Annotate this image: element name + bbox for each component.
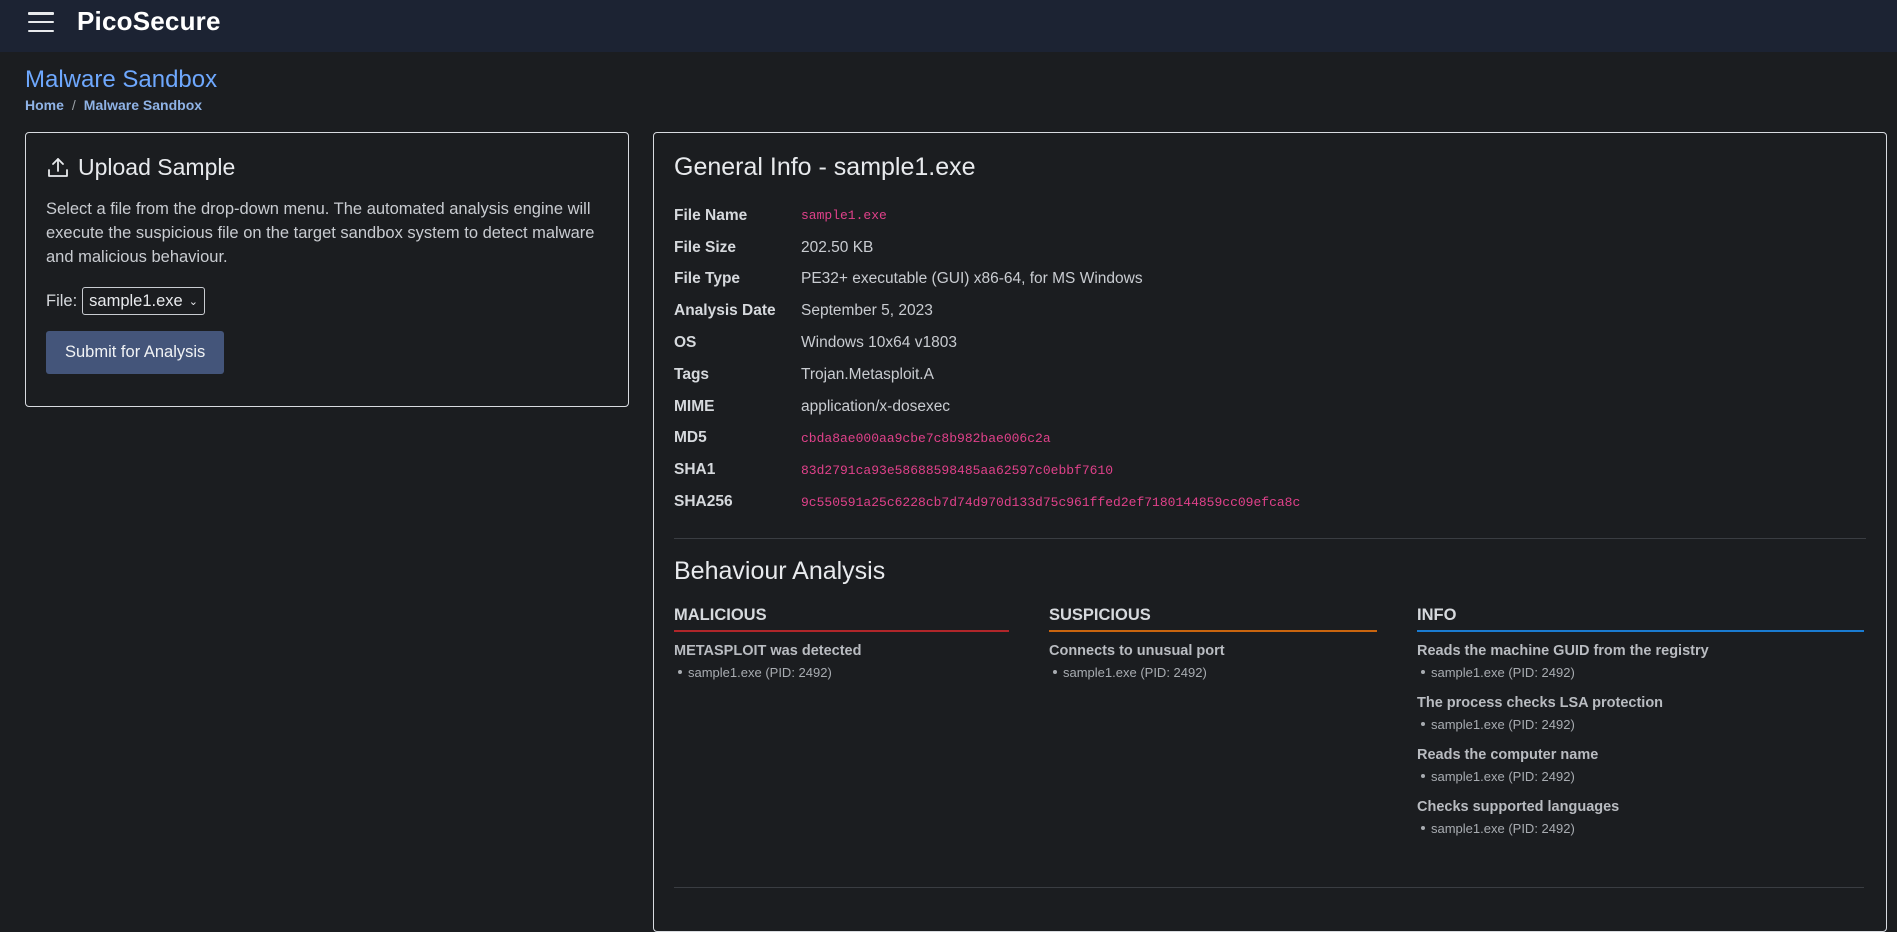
file-label: File: [46, 291, 78, 310]
info-key: Analysis Date [674, 302, 776, 320]
chevron-down-icon: ⌄ [188, 295, 198, 308]
brand-logo[interactable]: PicoSecure [77, 6, 221, 37]
section-divider [674, 537, 1866, 539]
behaviour-item: Connects to unusual port sample1.exe (PI… [1049, 643, 1377, 680]
info-value: Windows 10x64 v1803 [801, 334, 957, 352]
info-key: MIME [674, 397, 715, 415]
info-row-analysis-date: Analysis Date September 5, 2023 [674, 295, 1866, 327]
top-navbar: PicoSecure [0, 0, 1897, 52]
behaviour-columns: MALICIOUS METASPLOIT was detected sample… [674, 606, 1866, 866]
info-value: September 5, 2023 [801, 302, 933, 320]
behaviour-analysis-title: Behaviour Analysis [674, 556, 886, 585]
process-label: sample1.exe (PID: 2492) [1063, 664, 1207, 680]
info-row-file-type: File Type PE32+ executable (GUI) x86-64,… [674, 264, 1866, 296]
behaviour-item-process: sample1.exe (PID: 2492) [1417, 769, 1864, 784]
malicious-heading: MALICIOUS [674, 606, 1009, 632]
behaviour-item-title: The process checks LSA protection [1417, 694, 1664, 711]
info-key: Tags [674, 365, 710, 383]
general-info-table: File Name sample1.exe File Size 202.50 K… [674, 200, 1866, 518]
upload-sample-header: Upload Sample [46, 154, 608, 181]
bullet-icon [1421, 670, 1425, 675]
info-row-tags: Tags Trojan.Metasploit.A [674, 359, 1866, 391]
info-value: PE32+ executable (GUI) x86-64, for MS Wi… [801, 270, 1143, 288]
behaviour-item-process: sample1.exe (PID: 2492) [1417, 821, 1864, 836]
process-label: sample1.exe (PID: 2492) [1431, 768, 1575, 784]
submit-for-analysis-button[interactable]: Submit for Analysis [46, 331, 225, 374]
behaviour-item: Reads the machine GUID from the registry… [1417, 643, 1864, 680]
info-row-os: OS Windows 10x64 v1803 [674, 327, 1866, 359]
info-key: MD5 [674, 429, 707, 447]
info-key: SHA1 [674, 461, 716, 479]
breadcrumb-current: Malware Sandbox [83, 97, 203, 113]
bullet-icon [1053, 670, 1057, 675]
suspicious-column: SUSPICIOUS Connects to unusual port samp… [1049, 606, 1377, 680]
bullet-icon [1421, 722, 1425, 727]
behaviour-item-process: sample1.exe (PID: 2492) [674, 665, 1009, 680]
file-select-dropdown[interactable]: sample1.exe ⌄ [82, 287, 205, 315]
behaviour-item: Reads the computer name sample1.exe (PID… [1417, 747, 1864, 784]
info-value: sample1.exe [801, 208, 887, 224]
behaviour-item: METASPLOIT was detected sample1.exe (PID… [674, 643, 1009, 680]
info-row-md5: MD5 cbda8ae000aa9cbe7c8b982bae006c2a [674, 423, 1866, 455]
info-key: File Name [674, 206, 748, 224]
behaviour-item-process: sample1.exe (PID: 2492) [1417, 665, 1864, 680]
info-value: 9c550591a25c6228cb7d74d970d133d75c961ffe… [801, 494, 1301, 510]
upload-sample-card: Upload Sample Select a file from the dro… [25, 132, 629, 407]
upload-icon [48, 157, 68, 177]
info-key: SHA256 [674, 493, 733, 511]
behaviour-item: Checks supported languages sample1.exe (… [1417, 799, 1864, 836]
info-row-mime: MIME application/x-dosexec [674, 391, 1866, 423]
process-label: sample1.exe (PID: 2492) [1431, 664, 1575, 680]
info-value: cbda8ae000aa9cbe7c8b982bae006c2a [801, 430, 1051, 446]
behaviour-item-title: Connects to unusual port [1049, 642, 1225, 659]
breadcrumb-home-link[interactable]: Home [25, 97, 64, 113]
behaviour-item-title: Checks supported languages [1417, 798, 1620, 815]
behaviour-item-title: METASPLOIT was detected [674, 642, 862, 659]
general-info-title: General Info - sample1.exe [674, 153, 976, 181]
bullet-icon [1421, 826, 1425, 831]
suspicious-heading: SUSPICIOUS [1049, 606, 1377, 632]
file-select-value: sample1.exe [89, 291, 183, 310]
upload-description: Select a file from the drop-down menu. T… [46, 200, 595, 266]
analysis-results-card: General Info - sample1.exe File Name sam… [653, 132, 1887, 932]
hamburger-menu-icon[interactable] [28, 12, 54, 32]
bullet-icon [1421, 774, 1425, 779]
info-value: application/x-dosexec [801, 397, 951, 415]
page-title: Malware Sandbox [25, 66, 218, 93]
process-label: sample1.exe (PID: 2492) [1431, 716, 1575, 732]
info-key: File Size [674, 238, 737, 256]
info-key: File Type [674, 270, 741, 288]
section-divider [674, 887, 1864, 888]
info-value: 202.50 KB [801, 238, 874, 256]
process-label: sample1.exe (PID: 2492) [688, 664, 832, 680]
breadcrumb-separator: / [71, 97, 76, 113]
process-label: sample1.exe (PID: 2492) [1431, 820, 1575, 836]
info-value: 83d2791ca93e58688598485aa62597c0ebbf7610 [801, 462, 1114, 478]
malicious-column: MALICIOUS METASPLOIT was detected sample… [674, 606, 1009, 680]
behaviour-item-title: Reads the computer name [1417, 746, 1599, 763]
behaviour-item-title: Reads the machine GUID from the registry [1417, 642, 1709, 659]
info-row-sha256: SHA256 9c550591a25c6228cb7d74d970d133d75… [674, 486, 1866, 518]
info-value: Trojan.Metasploit.A [801, 365, 934, 383]
bullet-icon [678, 670, 682, 675]
upload-sample-title: Upload Sample [78, 154, 236, 180]
info-row-file-size: File Size 202.50 KB [674, 232, 1866, 264]
info-row-sha1: SHA1 83d2791ca93e58688598485aa62597c0ebb… [674, 454, 1866, 486]
info-heading: INFO [1417, 606, 1864, 632]
info-row-file-name: File Name sample1.exe [674, 200, 1866, 232]
behaviour-item-process: sample1.exe (PID: 2492) [1417, 717, 1864, 732]
behaviour-item-process: sample1.exe (PID: 2492) [1049, 665, 1377, 680]
behaviour-item: The process checks LSA protection sample… [1417, 695, 1864, 732]
info-column: INFO Reads the machine GUID from the reg… [1417, 606, 1864, 836]
breadcrumb: Home / Malware Sandbox [25, 97, 202, 113]
file-selector-row: File: sample1.exe ⌄ [46, 287, 608, 315]
info-key: OS [674, 334, 697, 352]
